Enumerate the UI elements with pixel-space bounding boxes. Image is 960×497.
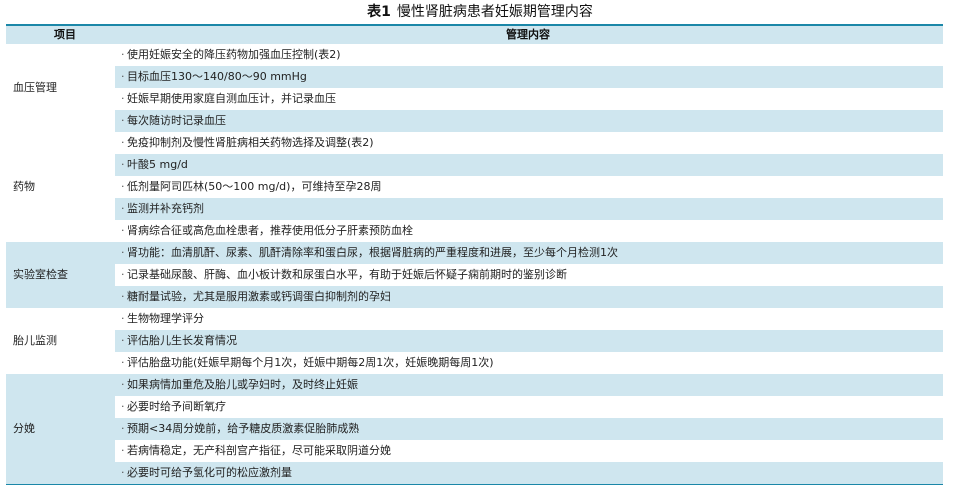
row-text: 低剂量阿司匹林(50～100 mg/d)，可维持至孕28周	[127, 180, 382, 193]
table-row: · 使用妊娠安全的降压药物加强血压控制(表2)	[115, 44, 943, 66]
table-row: · 免疫抑制剂及慢性肾脏病相关药物选择及调整(表2)	[115, 132, 943, 154]
table-row: · 必要时给予间断氧疗	[115, 396, 943, 418]
table-row: · 肾功能：血清肌酐、尿素、肌酐清除率和蛋白尿，根据肾脏病的严重程度和进展，至少每…	[115, 242, 943, 264]
table-row: · 预期<34周分娩前，给予糖皮质激素促胎肺成熟	[115, 418, 943, 440]
row-text: 生物物理学评分	[127, 312, 204, 325]
group-cell: 药物	[6, 132, 115, 242]
table-row: · 评估胎盘功能(妊娠早期每个月1次，妊娠中期每2周1次，妊娠晚期每周1次)	[115, 352, 943, 374]
row-text: 评估胎盘功能(妊娠早期每个月1次，妊娠中期每2周1次，妊娠晚期每周1次)	[127, 356, 494, 369]
table-row: · 叶酸5 mg/d	[115, 154, 943, 176]
table-header: 项目 管理内容	[6, 26, 943, 44]
table-row: · 评估胎儿生长发育情况	[115, 330, 943, 352]
row-text: 如果病情加重危及胎儿或孕妇时，及时终止妊娠	[127, 378, 358, 391]
table-row: · 监测并补充钙剂	[115, 198, 943, 220]
row-text: 监测并补充钙剂	[127, 202, 204, 215]
table-row: · 每次随访时记录血压	[115, 110, 943, 132]
row-text: 妊娠早期使用家庭自测血压计，并记录血压	[127, 92, 336, 105]
table-row: · 记录基础尿酸、肝酶、血小板计数和尿蛋白水平，有助于妊娠后怀疑子痫前期时的鉴别诊…	[115, 264, 943, 286]
row-text: 糖耐量试验，尤其是服用激素或钙调蛋白抑制剂的孕妇	[127, 290, 391, 303]
table-title: 表1 慢性肾脏病患者妊娠期管理内容	[0, 3, 960, 21]
row-text: 记录基础尿酸、肝酶、血小板计数和尿蛋白水平，有助于妊娠后怀疑子痫前期时的鉴别诊断	[127, 268, 567, 281]
table-row: · 低剂量阿司匹林(50～100 mg/d)，可维持至孕28周	[115, 176, 943, 198]
row-text: 目标血压130～140/80～90 mmHg	[127, 70, 307, 83]
group-label: 胎儿监测	[13, 334, 57, 347]
table-row: · 妊娠早期使用家庭自测血压计，并记录血压	[115, 88, 943, 110]
row-text: 肾功能：血清肌酐、尿素、肌酐清除率和蛋白尿，根据肾脏病的严重程度和进展，至少每个…	[127, 246, 618, 259]
table-row: · 若病情稳定，无产科剖宫产指征，尽可能采取阴道分娩	[115, 440, 943, 462]
table-row: · 如果病情加重危及胎儿或孕妇时，及时终止妊娠	[115, 374, 943, 396]
table-row: · 糖耐量试验，尤其是服用激素或钙调蛋白抑制剂的孕妇	[115, 286, 943, 308]
table-page: 表1 慢性肾脏病患者妊娠期管理内容 项目 管理内容 血压管理 · 使用妊娠安全的降压药…	[0, 0, 960, 497]
row-text: 使用妊娠安全的降压药物加强血压控制(表2)	[127, 48, 341, 61]
group-cell: 血压管理	[6, 44, 115, 132]
table-row: · 生物物理学评分	[115, 308, 943, 330]
group-label: 药物	[13, 180, 35, 193]
table-number: 表1	[367, 4, 391, 20]
header-content: 管理内容	[506, 28, 550, 41]
table-row: · 必要时可给予氢化可的松应激剂量	[115, 462, 943, 484]
row-text: 必要时可给予氢化可的松应激剂量	[127, 466, 292, 479]
row-text: 必要时给予间断氧疗	[127, 400, 226, 413]
bottom-rule	[6, 484, 943, 485]
group-cell: 实验室检查	[6, 242, 115, 308]
row-text: 肾病综合征或高危血栓患者，推荐使用低分子肝素预防血栓	[127, 224, 413, 237]
row-text: 评估胎儿生长发育情况	[127, 334, 237, 347]
row-text: 预期<34周分娩前，给予糖皮质激素促胎肺成熟	[127, 422, 360, 435]
table-row: · 目标血压130～140/80～90 mmHg	[115, 66, 943, 88]
group-label: 血压管理	[13, 81, 57, 94]
group-label: 分娩	[13, 422, 35, 435]
row-text: 若病情稳定，无产科剖宫产指征，尽可能采取阴道分娩	[127, 444, 391, 457]
header-item: 项目	[54, 28, 76, 41]
row-text: 每次随访时记录血压	[127, 114, 226, 127]
row-text: 叶酸5 mg/d	[127, 158, 188, 171]
table-caption: 慢性肾脏病患者妊娠期管理内容	[396, 4, 593, 20]
row-text: 免疫抑制剂及慢性肾脏病相关药物选择及调整(表2)	[127, 136, 374, 149]
group-cell: 胎儿监测	[6, 308, 115, 374]
group-label: 实验室检查	[13, 268, 68, 281]
table-row: · 肾病综合征或高危血栓患者，推荐使用低分子肝素预防血栓	[115, 220, 943, 242]
group-cell: 分娩	[6, 374, 115, 484]
